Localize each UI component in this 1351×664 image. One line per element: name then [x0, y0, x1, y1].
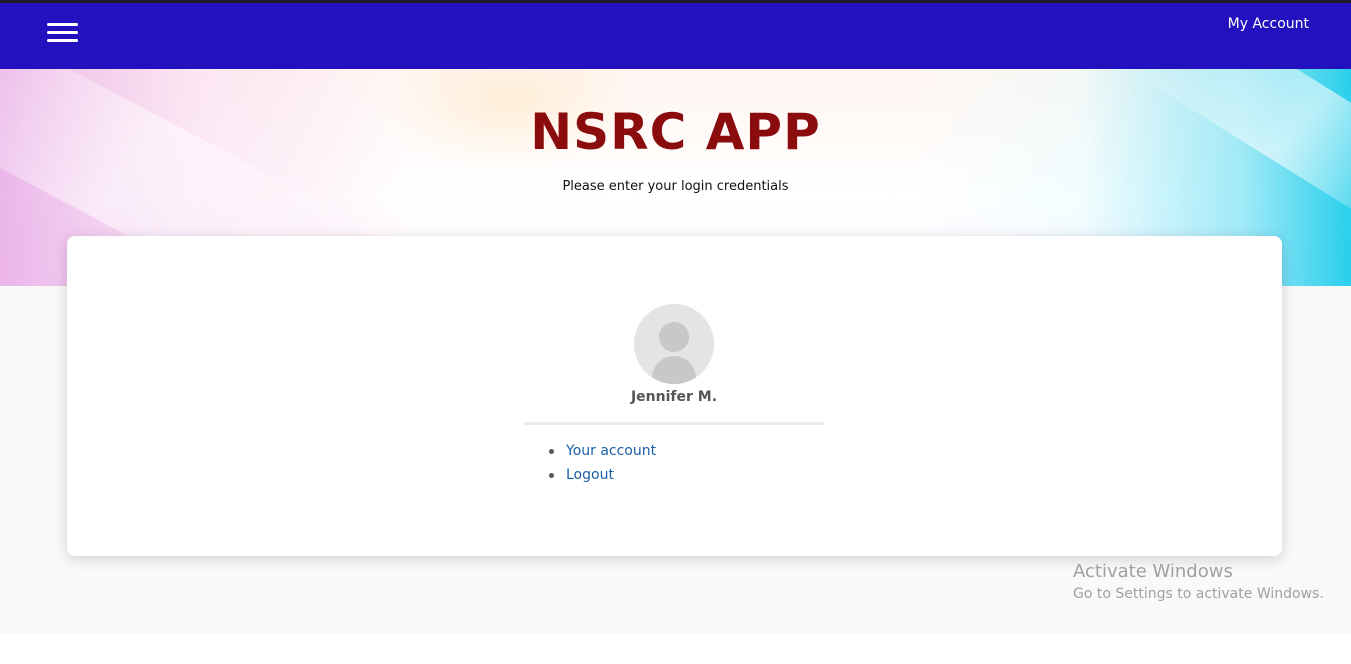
- user-avatar-placeholder-icon: [634, 304, 714, 384]
- page: My Account NSRC APP Please enter your lo…: [0, 0, 1351, 664]
- hamburger-line: [47, 39, 78, 42]
- account-card: Jennifer M. Your account Logout: [67, 236, 1282, 556]
- avatar-body-shape: [652, 356, 696, 384]
- divider: [524, 422, 824, 425]
- hamburger-line: [47, 31, 78, 34]
- top-navbar: My Account: [0, 3, 1351, 69]
- bullet-icon: [549, 449, 554, 454]
- my-account-link[interactable]: My Account: [1228, 15, 1309, 33]
- bullet-icon: [549, 473, 554, 478]
- hamburger-menu-icon[interactable]: [47, 23, 79, 45]
- app-title: NSRC APP: [530, 103, 821, 161]
- page-footer-space: [0, 634, 1351, 664]
- login-subtitle: Please enter your login credentials: [562, 179, 789, 194]
- logout-link[interactable]: Logout: [566, 465, 614, 485]
- hamburger-line: [47, 23, 78, 26]
- avatar-head-shape: [659, 322, 689, 352]
- user-name: Jennifer M.: [630, 389, 718, 405]
- your-account-link[interactable]: Your account: [566, 441, 656, 461]
- activate-windows-watermark-title: Activate Windows: [1073, 561, 1233, 582]
- activate-windows-watermark-subtitle: Go to Settings to activate Windows.: [1073, 586, 1324, 602]
